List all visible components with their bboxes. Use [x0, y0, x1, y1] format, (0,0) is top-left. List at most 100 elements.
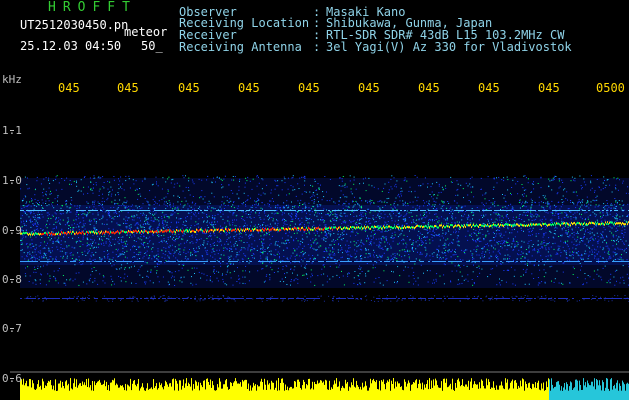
noise-dot	[345, 244, 347, 246]
noise-dot	[86, 216, 88, 218]
noise-dot	[179, 251, 181, 253]
noise-dot	[90, 181, 92, 183]
noise-dot	[339, 177, 341, 179]
spectrogram	[10, 130, 629, 400]
noise-dot	[45, 245, 47, 246]
noise-dot	[573, 243, 575, 245]
noise-dot	[210, 255, 211, 257]
noise-dot	[573, 203, 575, 205]
noise-dot	[101, 238, 102, 240]
noise-dot	[558, 216, 560, 218]
noise-dot	[467, 185, 469, 187]
noise-dot	[214, 215, 216, 216]
noise-dot	[616, 178, 617, 180]
noise-dot	[111, 278, 113, 280]
noise-dot	[322, 191, 324, 193]
noise-dot	[325, 249, 327, 251]
noise-dot	[315, 243, 317, 245]
noise-dot	[206, 249, 208, 251]
noise-dot	[195, 259, 197, 260]
noise-dot	[92, 234, 94, 236]
noise-dot	[345, 205, 347, 207]
noise-dot	[137, 198, 139, 200]
noise-dot	[28, 258, 30, 260]
noise-dot	[439, 256, 441, 258]
noise-dot	[506, 214, 508, 215]
noise-dot	[597, 242, 599, 244]
noise-dot	[528, 240, 530, 242]
noise-dot	[402, 218, 404, 220]
noise-dot	[246, 227, 248, 229]
noise-dot	[180, 276, 182, 278]
noise-dot	[365, 190, 367, 192]
noise-dot	[127, 217, 129, 219]
noise-dot	[186, 241, 188, 243]
noise-dot	[376, 229, 378, 231]
noise-dot	[236, 233, 238, 235]
noise-dot	[213, 196, 215, 198]
noise-dot	[117, 224, 119, 226]
noise-dot	[64, 252, 66, 254]
noise-dot	[258, 199, 260, 201]
noise-dot	[528, 219, 530, 221]
noise-dot	[302, 176, 304, 178]
noise-dot	[369, 255, 371, 257]
noise-dot	[240, 232, 241, 233]
noise-dot	[512, 219, 514, 221]
noise-dot	[183, 221, 185, 223]
noise-dot	[163, 223, 165, 225]
noise-dot	[527, 242, 529, 244]
noise-dot	[373, 281, 375, 283]
noise-dot	[313, 248, 315, 250]
noise-dot	[144, 178, 146, 180]
noise-dot	[76, 259, 78, 261]
noise-dot	[34, 248, 36, 250]
noise-dot	[533, 278, 535, 279]
noise-dot	[66, 206, 68, 208]
noise-dot	[531, 191, 533, 193]
noise-dot	[406, 244, 408, 246]
noise-dot	[384, 213, 386, 215]
noise-dot	[51, 247, 53, 248]
noise-dot	[89, 250, 90, 252]
noise-dot	[268, 251, 270, 252]
noise-dot	[66, 222, 68, 224]
noise-dot	[399, 196, 400, 198]
noise-dot	[397, 224, 398, 226]
noise-dot	[419, 205, 421, 207]
noise-dot	[414, 196, 416, 198]
noise-dot	[447, 201, 449, 202]
noise-dot	[190, 282, 192, 284]
noise-dot	[78, 240, 80, 242]
noise-dot	[575, 191, 577, 193]
noise-dot	[386, 227, 388, 229]
noise-dot	[382, 206, 384, 208]
noise-dot	[481, 268, 483, 270]
noise-dot	[537, 214, 538, 216]
noise-dot	[156, 228, 158, 230]
noise-dot	[499, 282, 501, 284]
noise-dot	[62, 248, 64, 249]
noise-dot	[324, 251, 326, 252]
noise-dot	[351, 193, 353, 195]
noise-dot	[228, 231, 230, 233]
noise-dot	[523, 195, 525, 197]
noise-dot	[381, 217, 383, 218]
noise-dot	[325, 214, 327, 216]
noise-dot	[52, 231, 54, 233]
noise-dot	[413, 221, 414, 223]
noise-dot	[94, 277, 96, 279]
noise-dot	[608, 206, 610, 208]
noise-dot	[523, 205, 525, 207]
noise-dot	[599, 186, 600, 188]
noise-dot	[91, 271, 93, 272]
noise-dot	[264, 251, 266, 252]
noise-dot	[480, 177, 482, 179]
noise-dot	[503, 241, 505, 243]
noise-dot	[403, 249, 405, 251]
noise-dot	[47, 198, 49, 199]
noise-dot	[448, 251, 450, 253]
noise-dot	[587, 200, 589, 202]
noise-dot	[303, 252, 305, 254]
noise-dot	[82, 226, 84, 228]
